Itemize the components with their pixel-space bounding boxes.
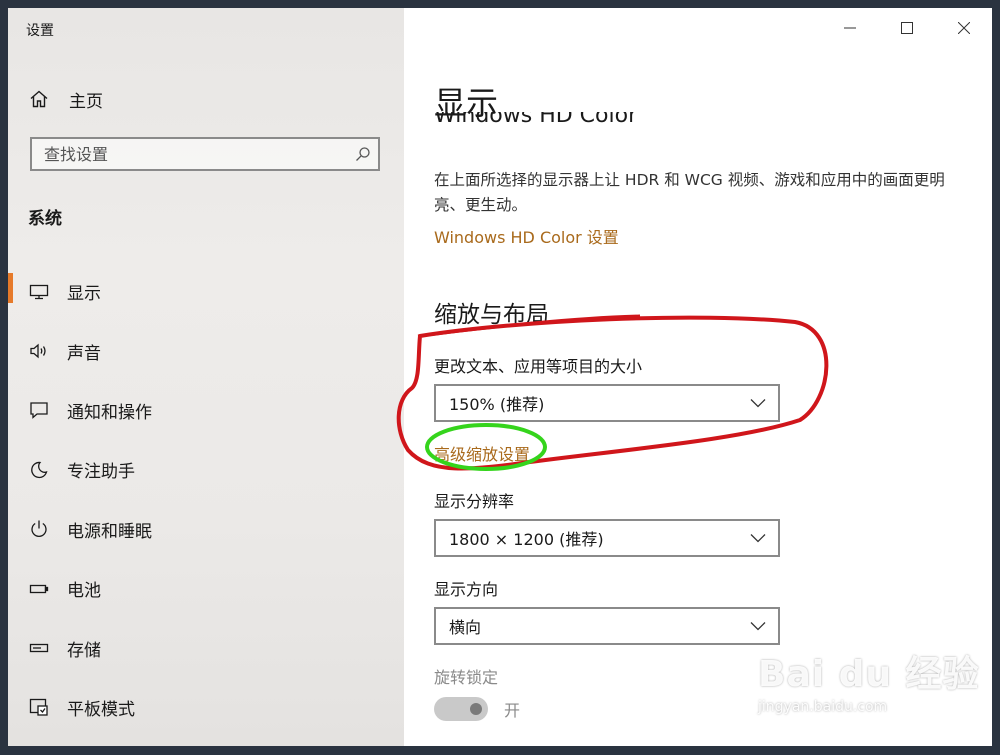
- orientation-label: 显示方向: [434, 580, 499, 599]
- watermark-url: jingyan.baidu.com: [758, 699, 888, 715]
- sidebar-item-label: 显示: [67, 284, 101, 305]
- scale-dropdown[interactable]: 150% (推荐): [434, 384, 780, 422]
- minimize-button[interactable]: [821, 8, 878, 48]
- chevron-down-icon: [738, 521, 778, 555]
- main-content: 显示 Windows HD Color 在上面所选择的显示器上让 HDR 和 W…: [404, 8, 992, 746]
- watermark-brand: Bai du 经验: [758, 654, 980, 695]
- sidebar-item-tablet-mode[interactable]: 平板模式: [8, 678, 404, 737]
- app-title: 设置: [26, 23, 54, 39]
- advanced-scaling-link[interactable]: 高级缩放设置: [434, 441, 530, 465]
- rotation-lock-label: 旋转锁定: [434, 668, 499, 687]
- maximize-icon: [900, 22, 913, 34]
- close-icon: [957, 22, 970, 34]
- rotation-lock-state: 开: [504, 701, 521, 720]
- maximize-button[interactable]: [878, 8, 935, 48]
- minimize-icon: [843, 27, 856, 29]
- baidu-watermark: Bai du 经验 jingyan.baidu.com: [758, 645, 980, 715]
- sidebar-item-notifications[interactable]: 通知和操作: [8, 381, 404, 440]
- caption-buttons: [821, 8, 992, 48]
- home-icon: [28, 88, 50, 110]
- monitor-icon: [28, 281, 50, 303]
- sidebar-item-focus-assist[interactable]: 专注助手: [8, 440, 404, 499]
- sidebar-item-label: 通知和操作: [67, 402, 152, 423]
- battery-icon: [28, 578, 50, 600]
- orientation-value: 横向: [449, 618, 482, 637]
- scale-label: 更改文本、应用等项目的大小: [434, 357, 643, 376]
- home-label: 主页: [69, 91, 103, 112]
- power-icon: [28, 518, 50, 540]
- search-icon[interactable]: [348, 139, 378, 169]
- sidebar-item-label: 声音: [67, 343, 101, 364]
- hd-color-settings-link[interactable]: Windows HD Color 设置: [434, 224, 619, 248]
- toggle-knob: [470, 703, 482, 715]
- search-box: [30, 137, 380, 171]
- settings-window: 设置 主页 系统: [8, 8, 992, 746]
- search-input[interactable]: [32, 139, 348, 169]
- hd-color-heading: Windows HD Color: [434, 112, 834, 139]
- chevron-down-icon: [738, 609, 778, 643]
- sidebar-item-storage[interactable]: 存储: [8, 618, 404, 677]
- sidebar-item-sound[interactable]: 声音: [8, 321, 404, 380]
- sidebar-item-label: 平板模式: [67, 699, 135, 720]
- speaker-icon: [28, 340, 50, 362]
- storage-icon: [28, 637, 50, 659]
- sidebar-item-display[interactable]: 显示: [8, 262, 404, 321]
- sidebar: 设置 主页 系统: [8, 8, 404, 746]
- rotation-lock-toggle[interactable]: [434, 697, 488, 721]
- resolution-dropdown[interactable]: 1800 × 1200 (推荐): [434, 519, 780, 557]
- sidebar-item-label: 存储: [67, 640, 101, 661]
- sidebar-home[interactable]: 主页: [28, 87, 103, 112]
- sidebar-item-power-sleep[interactable]: 电源和睡眠: [8, 500, 404, 559]
- resolution-label: 显示分辨率: [434, 492, 515, 511]
- tablet-mode-icon: [28, 696, 50, 718]
- rotation-lock-row: 开: [434, 697, 520, 721]
- orientation-dropdown[interactable]: 横向: [434, 607, 780, 645]
- close-button[interactable]: [935, 8, 992, 48]
- sidebar-nav: 显示 声音 通知和操作 专注助手 电源和睡眠 电池 存储 平板模式: [8, 262, 404, 737]
- sidebar-item-label: 专注助手: [67, 462, 135, 483]
- section-title-system: 系统: [28, 209, 62, 229]
- scale-value: 150% (推荐): [449, 395, 545, 414]
- sidebar-item-label: 电池: [67, 581, 101, 602]
- notification-icon: [28, 399, 50, 421]
- resolution-value: 1800 × 1200 (推荐): [449, 530, 604, 549]
- sidebar-item-battery[interactable]: 电池: [8, 559, 404, 618]
- hd-color-description: 在上面所选择的显示器上让 HDR 和 WCG 视频、游戏和应用中的画面更明亮、更…: [434, 171, 945, 214]
- hd-color-heading-text: Windows HD Color: [434, 112, 638, 128]
- moon-icon: [28, 459, 50, 481]
- chevron-down-icon: [738, 386, 778, 420]
- scale-layout-heading: 缩放与布局: [434, 302, 549, 328]
- sidebar-item-label: 电源和睡眠: [67, 521, 152, 542]
